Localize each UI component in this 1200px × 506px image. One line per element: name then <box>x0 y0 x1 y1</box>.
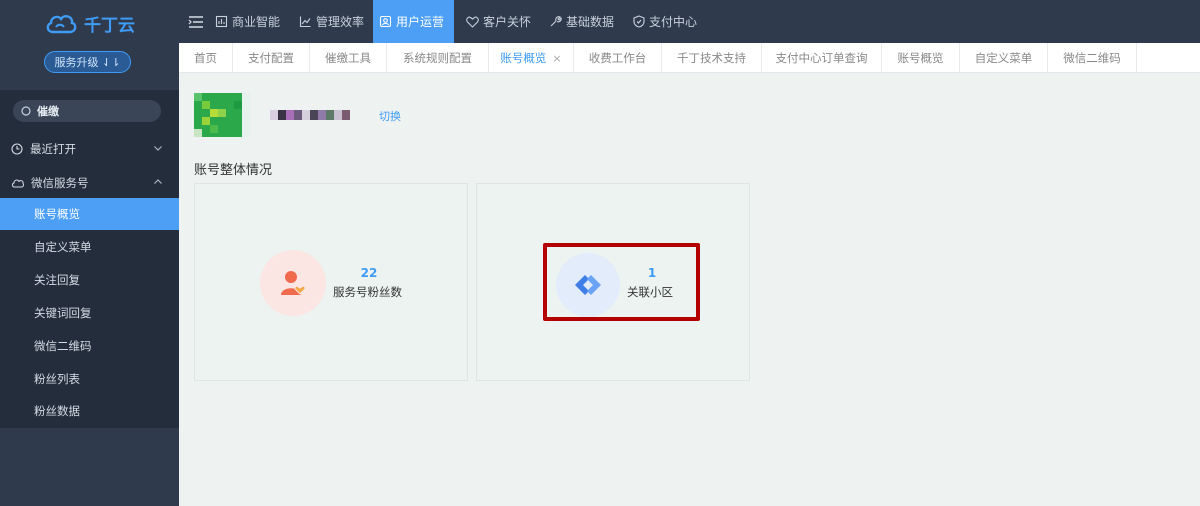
tab-label: 催缴工具 <box>325 51 371 65</box>
nav-label: 客户关怀 <box>483 15 532 29</box>
wrench-icon <box>550 16 562 27</box>
sidebar-item-label: 自定义菜单 <box>34 240 92 254</box>
sidebar-group-recent-label: 最近打开 <box>30 142 76 156</box>
sidebar-item-account-overview[interactable]: 账号概览 <box>0 198 179 230</box>
business-intelligence-icon <box>215 15 228 28</box>
user-heart-icon <box>281 271 306 295</box>
tab-home[interactable]: 首页 <box>179 43 233 73</box>
user-operation-icon <box>379 15 392 28</box>
sidebar-item-label: 关注回复 <box>34 273 80 287</box>
sidebar-item-wechat-qrcode[interactable]: 微信二维码 <box>0 330 179 362</box>
account-name-masked <box>270 110 370 120</box>
tab-label: 支付中心订单查询 <box>775 51 868 65</box>
top-navbar: 商业智能 管理效率 用户运营 客户关怀 基础数据 支付中心 <box>179 0 1200 43</box>
sidebar-group-wechat[interactable]: 微信服务号 <box>0 167 179 199</box>
nav-basic-data[interactable]: 基础数据 <box>543 0 620 43</box>
tab-wechat-qrcode[interactable]: 微信二维码 <box>1048 43 1137 73</box>
brand-name: 千丁云 <box>84 15 135 36</box>
tab-label: 支付配置 <box>248 51 294 65</box>
nav-label: 商业智能 <box>232 15 281 29</box>
account-avatar <box>194 93 250 137</box>
sidebar-item-label: 账号概览 <box>34 207 80 221</box>
menu-toggle-button[interactable] <box>179 0 213 43</box>
tab-custom-menu[interactable]: 自定义菜单 <box>960 43 1048 73</box>
tab-tech-support[interactable]: 千丁技术支持 <box>662 43 762 73</box>
nav-business-intelligence[interactable]: 商业智能 <box>209 0 286 43</box>
nav-user-operation[interactable]: 用户运营 <box>373 0 454 43</box>
fans-count-label: 服务号粉丝数 <box>333 285 402 299</box>
nav-customer-care[interactable]: 客户关怀 <box>460 0 537 43</box>
tab-label: 千丁技术支持 <box>677 51 746 65</box>
hamburger-menu-icon <box>188 15 203 28</box>
tab-label: 收费工作台 <box>588 51 647 65</box>
tab-bar: 首页 支付配置 催缴工具 系统规则配置 账号概览 × 收费工作台 千丁技术支持 … <box>179 43 1200 73</box>
sidebar-item-fans-data[interactable]: 粉丝数据 <box>0 395 179 427</box>
tab-billing-workbench[interactable]: 收费工作台 <box>574 43 662 73</box>
nav-label: 管理效率 <box>316 15 365 29</box>
sidebar-item-custom-menu[interactable]: 自定义菜单 <box>0 231 179 263</box>
cloud-logo-icon <box>46 15 77 34</box>
nav-label: 基础数据 <box>566 15 615 29</box>
tab-label: 系统规则配置 <box>403 51 472 65</box>
fans-icon-circle <box>260 250 326 316</box>
tab-label: 首页 <box>194 51 217 65</box>
section-title: 账号整体情况 <box>194 163 273 178</box>
sidebar-group-recent[interactable]: 最近打开 <box>0 133 179 165</box>
sidebar-search-input[interactable]: 催缴 <box>13 100 161 122</box>
nav-label: 用户运营 <box>396 15 445 29</box>
switch-account-link[interactable]: 切换 <box>379 108 401 124</box>
shield-icon <box>633 15 645 28</box>
tab-system-rules[interactable]: 系统规则配置 <box>387 43 489 73</box>
nav-label: 支付中心 <box>649 15 698 29</box>
nav-management-efficiency[interactable]: 管理效率 <box>293 0 370 43</box>
chevron-down-icon <box>154 146 162 151</box>
tab-close-icon[interactable]: × <box>552 52 561 65</box>
sidebar-item-label: 粉丝列表 <box>34 372 80 386</box>
upgrade-button[interactable]: 服务升级 ⇃⇂ <box>44 51 131 73</box>
search-value: 催缴 <box>37 105 59 118</box>
nav-payment-center[interactable]: 支付中心 <box>627 0 703 43</box>
trend-chart-icon <box>299 16 311 28</box>
tab-account-overview[interactable]: 账号概览 × <box>489 43 574 73</box>
tab-account-overview-2[interactable]: 账号概览 <box>882 43 960 73</box>
sidebar-item-label: 粉丝数据 <box>34 404 80 418</box>
tab-label: 自定义菜单 <box>974 51 1033 65</box>
fans-count-card <box>194 183 468 381</box>
sidebar-group-wechat-label: 微信服务号 <box>31 176 89 190</box>
fans-count-value: 22 <box>360 266 378 280</box>
upgrade-label: 服务升级 ⇃⇂ <box>54 56 121 69</box>
tab-payment-order-query[interactable]: 支付中心订单查询 <box>762 43 882 73</box>
search-icon <box>21 105 31 116</box>
sidebar-item-label: 微信二维码 <box>34 339 92 353</box>
highlight-box <box>543 243 700 321</box>
cloud-icon <box>11 179 24 188</box>
chevron-up-icon <box>154 179 162 184</box>
tab-label: 微信二维码 <box>1063 51 1121 65</box>
tab-label: 账号概览 <box>500 51 547 65</box>
sidebar-item-label: 关键词回复 <box>34 306 92 320</box>
tab-label: 账号概览 <box>897 51 944 65</box>
clock-icon <box>11 143 23 155</box>
sidebar-item-fans-list[interactable]: 粉丝列表 <box>0 363 179 395</box>
tab-collection-tools[interactable]: 催缴工具 <box>310 43 387 73</box>
sidebar-item-keyword-reply[interactable]: 关键词回复 <box>0 297 179 329</box>
sidebar-item-follow-reply[interactable]: 关注回复 <box>0 264 179 296</box>
tab-payment-config[interactable]: 支付配置 <box>233 43 310 73</box>
heart-icon <box>466 16 479 28</box>
brand-logo[interactable]: 千丁云 <box>44 10 135 36</box>
